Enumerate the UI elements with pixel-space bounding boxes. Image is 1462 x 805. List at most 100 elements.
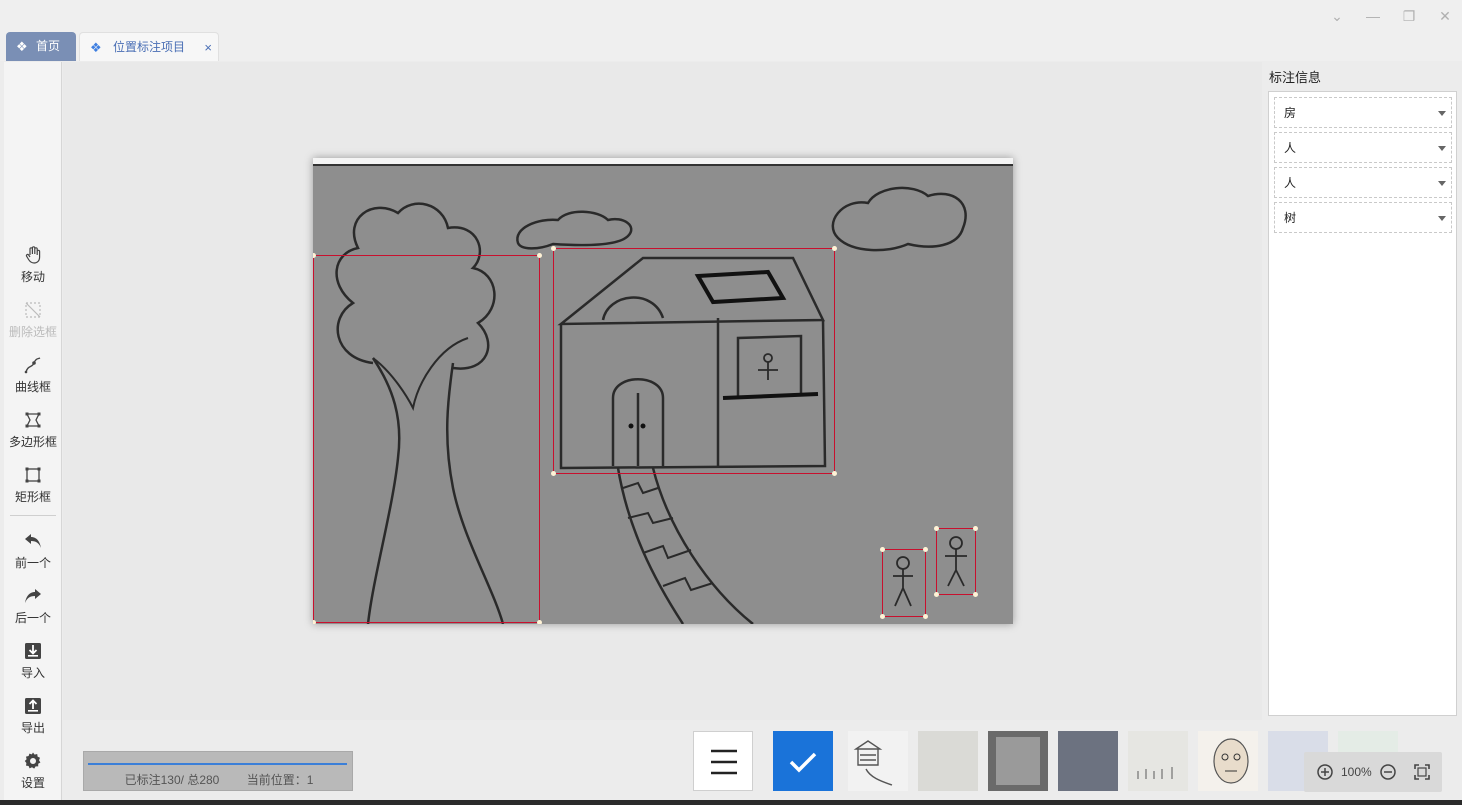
tab-position-project[interactable]: ❖ 位置标注项目 × [79, 32, 219, 61]
annotated-count: 已标注130/ 总280 [124, 773, 220, 787]
zoom-level: 100% [1341, 765, 1372, 779]
bottom-bar: 已标注130/ 总280 当前位置：1 100% [63, 720, 1462, 800]
close-window-button[interactable]: ✕ [1434, 6, 1456, 26]
bbox-house[interactable] [551, 246, 837, 476]
tool-label: 删除选框 [8, 325, 57, 339]
import-icon [25, 643, 41, 659]
curve-box-tool-button[interactable]: 曲线框 [4, 355, 62, 405]
bbox-handle[interactable] [923, 547, 928, 552]
image-top-edge [313, 158, 1013, 166]
move-tool-button[interactable]: 移动 [4, 245, 62, 295]
zoom-out-icon[interactable] [1379, 763, 1397, 781]
label-select[interactable]: 人 [1274, 132, 1452, 163]
rectangle-box-tool-button[interactable]: 矩形框 [4, 465, 62, 515]
chevron-down-icon [1438, 181, 1446, 186]
label-value: 人 [1284, 141, 1297, 155]
bbox-person-1[interactable] [880, 547, 928, 619]
bbox-handle[interactable] [934, 526, 939, 531]
bbox-handle[interactable] [923, 614, 928, 619]
bbox-handle[interactable] [832, 471, 837, 476]
bbox-tree[interactable] [313, 253, 542, 624]
progress-text: 已标注130/ 总280 当前位置：1 [84, 771, 354, 788]
bbox-handle[interactable] [880, 547, 885, 552]
tab-project-label: 位置标注项目 [113, 40, 186, 54]
title-bar: ⌄ — ❐ ✕ [0, 0, 1462, 32]
thumbnail[interactable] [918, 731, 978, 791]
figures-thumbnail [1137, 767, 1173, 779]
restore-button[interactable]: ❐ [1398, 6, 1420, 26]
face-sketch-thumbnail [1213, 738, 1249, 784]
settings-button[interactable]: 设置 [4, 751, 62, 800]
bbox-handle[interactable] [973, 592, 978, 597]
sketch-thumbnail [996, 737, 1040, 785]
undo-arrow-icon [25, 534, 41, 548]
delete-box-tool-button[interactable]: 删除选框 [4, 300, 62, 350]
bbox-handle[interactable] [313, 620, 316, 624]
bbox-handle[interactable] [973, 526, 978, 531]
polygon-box-tool-button[interactable]: 多边形框 [4, 410, 62, 460]
panel-title: 标注信息 [1269, 70, 1322, 85]
bbox-handle[interactable] [880, 614, 885, 619]
bbox-person-2[interactable] [934, 526, 978, 597]
tool-sidebar: 移动 删除选框 曲线框 多边形框 矩形框 前一个 后一个 导入 导出 设置 [4, 62, 62, 800]
label-value: 房 [1284, 106, 1297, 120]
tool-label: 后一个 [14, 611, 51, 625]
next-button[interactable]: 后一个 [4, 586, 62, 636]
close-tab-icon[interactable]: × [204, 33, 212, 62]
rectangle-icon [25, 467, 41, 483]
bbox-handle[interactable] [537, 620, 542, 624]
label-list: 房 人 人 树 [1268, 91, 1457, 716]
progress-bar [88, 763, 347, 765]
bbox-handle[interactable] [537, 253, 542, 258]
label-select[interactable]: 人 [1274, 167, 1452, 198]
check-icon [789, 752, 817, 773]
tool-label: 导入 [20, 666, 45, 680]
chevron-down-icon [1438, 216, 1446, 221]
hand-icon [25, 246, 41, 264]
zoom-control: 100% [1304, 752, 1442, 792]
thumbnail[interactable] [1058, 731, 1118, 791]
hamburger-icon [711, 749, 737, 775]
thumbnail[interactable] [1128, 731, 1188, 791]
bbox-handle[interactable] [934, 592, 939, 597]
thumbnail[interactable] [988, 731, 1048, 791]
fit-screen-icon[interactable] [1413, 763, 1431, 781]
tab-bar: ❖ 首页 ❖ 位置标注项目 × [0, 32, 1462, 61]
diamond-icon: ❖ [90, 40, 102, 55]
bbox-handle[interactable] [551, 471, 556, 476]
label-value: 人 [1284, 176, 1297, 190]
tab-home[interactable]: ❖ 首页 [6, 32, 76, 61]
label-select[interactable]: 房 [1274, 97, 1452, 128]
tool-label: 移动 [20, 270, 45, 284]
import-button[interactable]: 导入 [4, 641, 62, 691]
list-menu-button[interactable] [693, 731, 753, 791]
thumbnail[interactable] [848, 731, 908, 791]
annotation-canvas[interactable] [63, 62, 1262, 720]
bbox-handle[interactable] [832, 246, 837, 251]
tool-label: 矩形框 [14, 490, 51, 504]
annotated-image[interactable] [313, 158, 1013, 624]
tool-label: 前一个 [14, 556, 51, 570]
chevron-down-icon [1438, 146, 1446, 151]
gear-icon [24, 752, 41, 769]
annotation-info-panel: 标注信息 房 人 人 树 [1262, 62, 1462, 720]
label-select[interactable]: 树 [1274, 202, 1452, 233]
tool-label: 设置 [20, 776, 45, 790]
minimize-button[interactable]: — [1362, 6, 1384, 26]
polygon-icon [25, 412, 41, 428]
tab-home-label: 首页 [36, 39, 61, 53]
curve-icon [24, 357, 41, 374]
toolbar-divider [10, 515, 56, 516]
previous-button[interactable]: 前一个 [4, 531, 62, 581]
bbox-handle[interactable] [313, 253, 316, 258]
collapse-icon[interactable]: ⌄ [1326, 6, 1348, 26]
bbox-handle[interactable] [551, 246, 556, 251]
tool-label: 曲线框 [14, 380, 51, 394]
zoom-in-icon[interactable] [1316, 763, 1334, 781]
delete-box-icon [25, 302, 41, 318]
export-button[interactable]: 导出 [4, 696, 62, 746]
diamond-icon: ❖ [16, 39, 28, 54]
thumbnail[interactable] [1198, 731, 1258, 791]
export-icon [25, 698, 41, 714]
confirm-button[interactable] [773, 731, 833, 791]
